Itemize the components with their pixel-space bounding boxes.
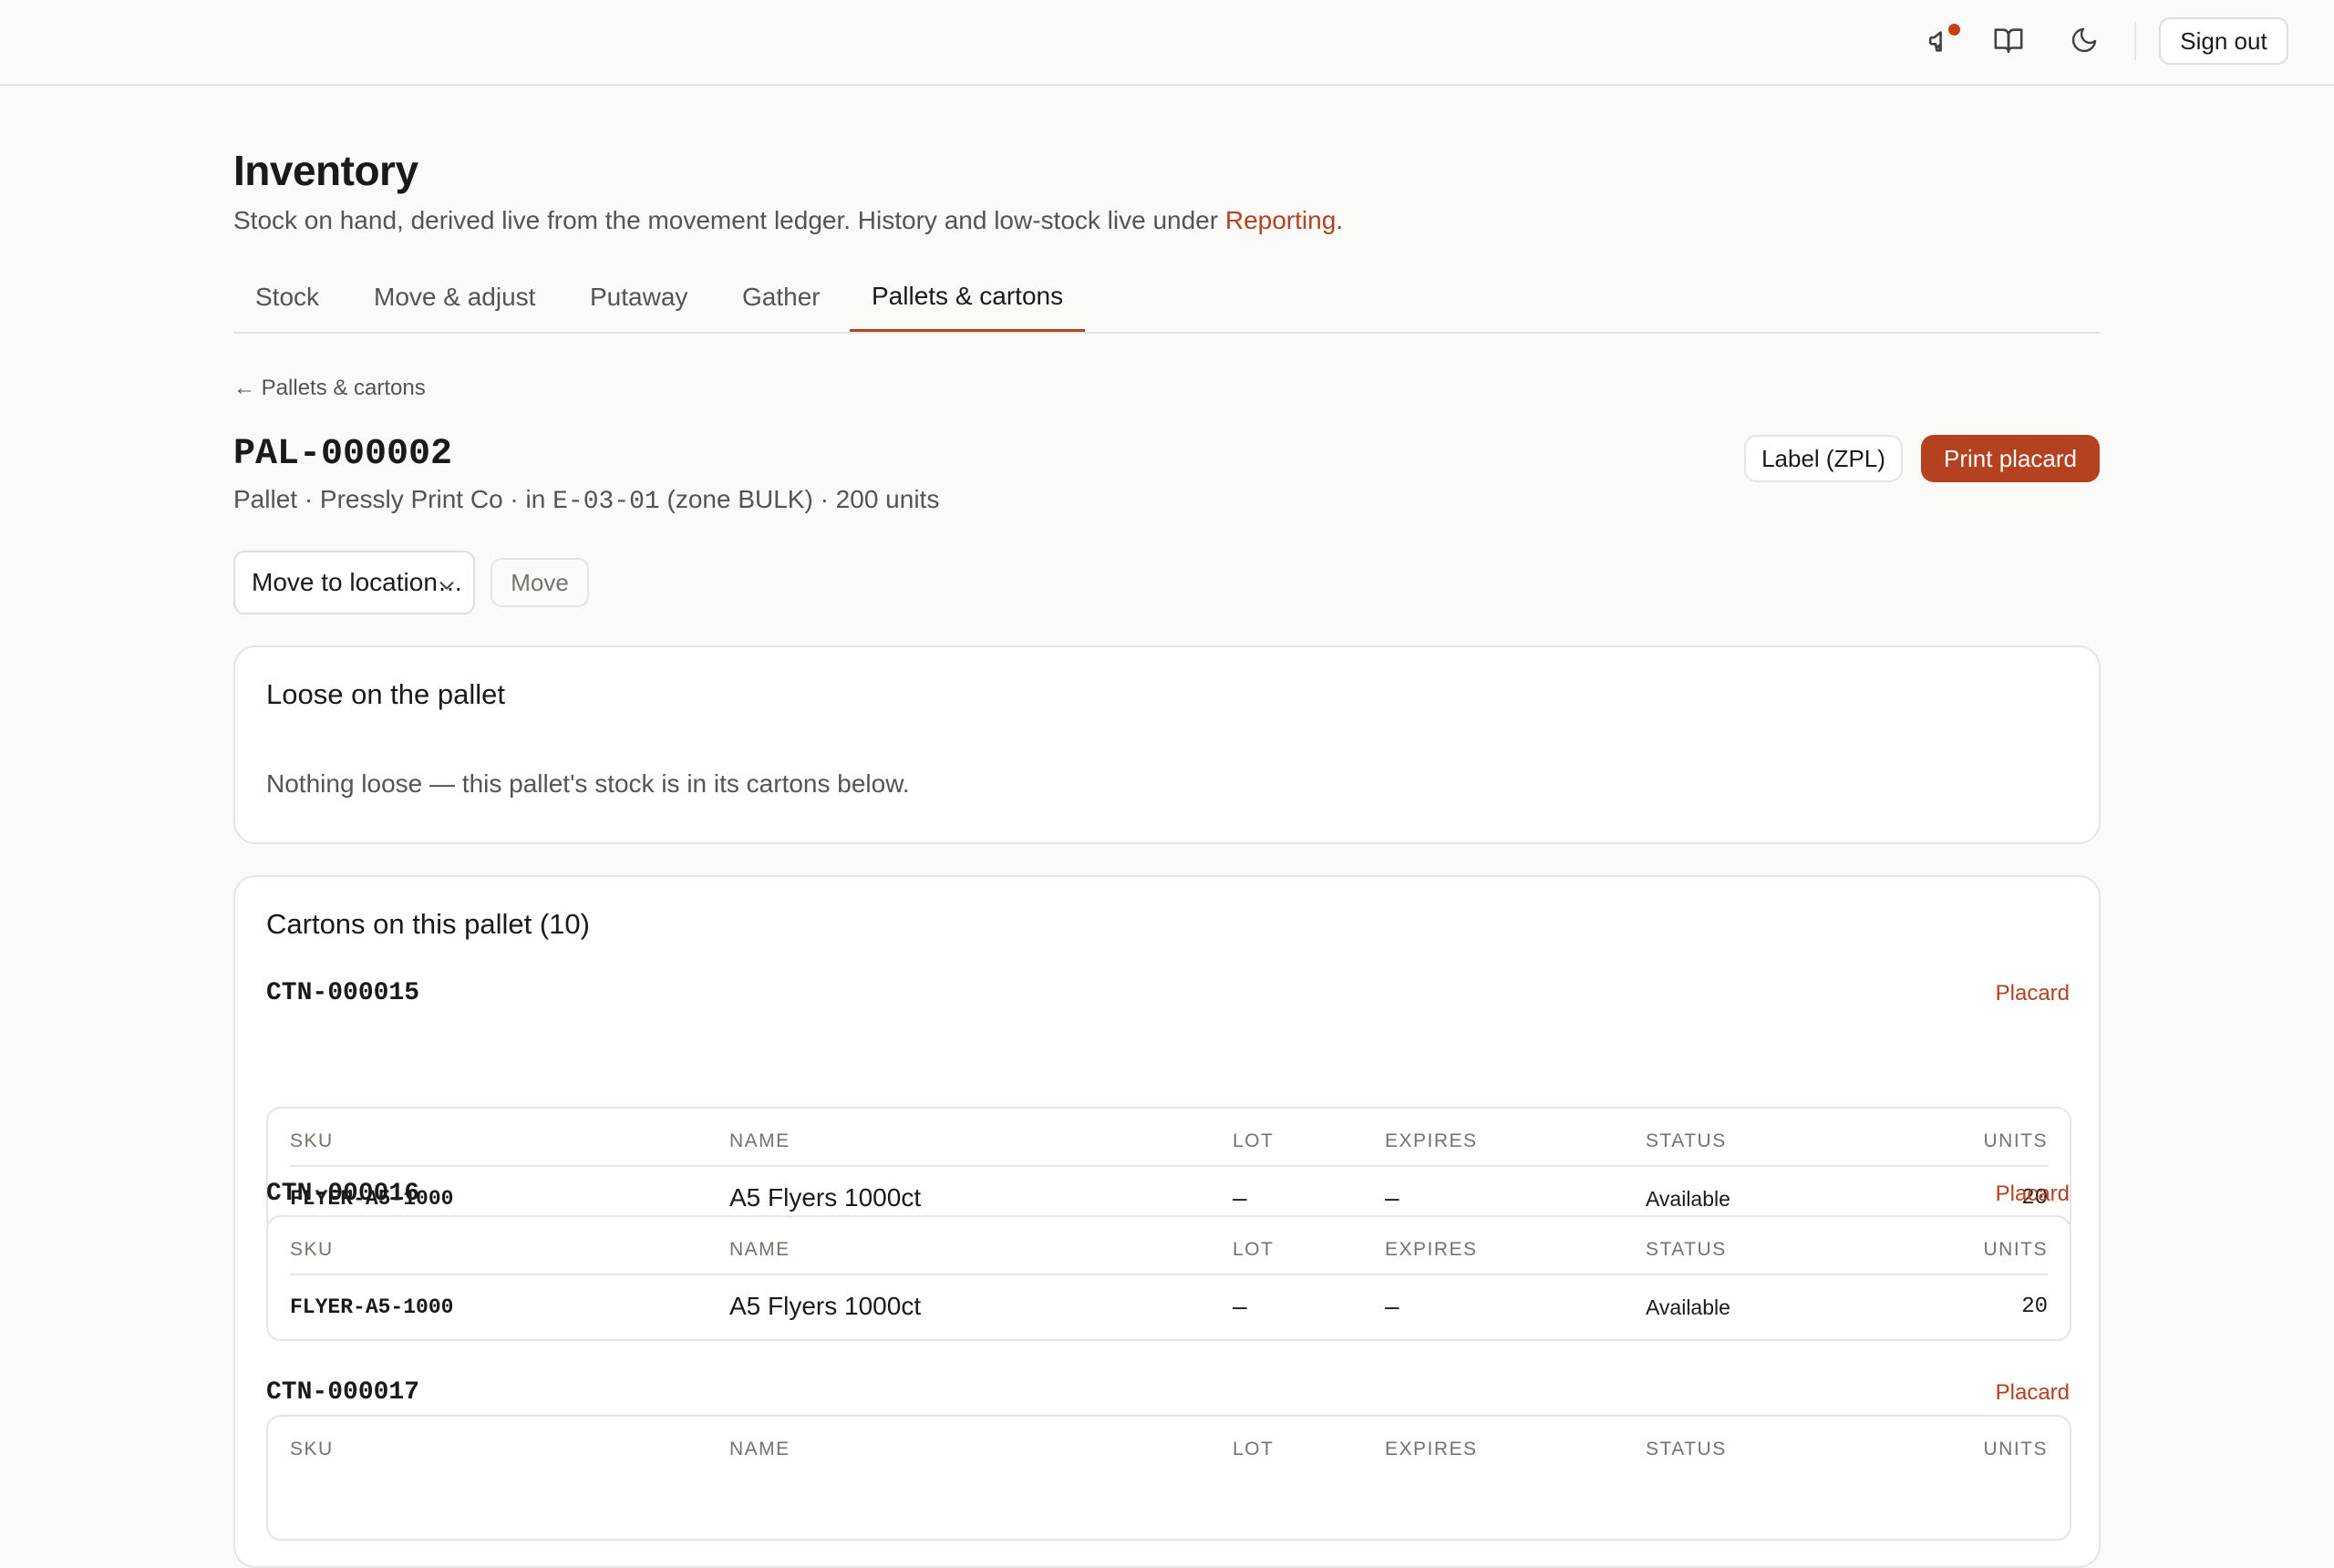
placard-link[interactable]: Placard	[1996, 981, 2070, 1006]
cell-expires: –	[1385, 1292, 1399, 1320]
notification-dot	[1948, 24, 1960, 36]
carton-id[interactable]: CTN-000015	[266, 979, 419, 1007]
page-subtitle: Stock on hand, derived live from the mov…	[233, 206, 1343, 235]
placard-link[interactable]: Placard	[1996, 1380, 2070, 1406]
column-header-sku: SKU	[290, 1239, 334, 1260]
reporting-link[interactable]: Reporting	[1225, 206, 1336, 234]
column-header-lot: LOT	[1233, 1439, 1275, 1460]
page-title: Inventory	[233, 147, 418, 194]
inventory-tabs: Stock Move & adjust Putaway Gather Palle…	[233, 263, 2101, 334]
tab-stock[interactable]: Stock	[233, 263, 341, 332]
cartons-card-title: Cartons on this pallet (10)	[266, 908, 590, 940]
column-header-status: STATUS	[1646, 1130, 1727, 1151]
header-divider	[290, 1165, 2048, 1167]
pallet-location: E-03-01	[553, 488, 660, 516]
announcements-button[interactable]	[1922, 22, 1962, 62]
subtitle-text: Stock on hand, derived live from the mov…	[233, 206, 1225, 234]
move-select-value: Move to location…	[252, 568, 463, 596]
loose-card-title: Loose on the pallet	[266, 678, 505, 710]
column-header-expires: EXPIRES	[1385, 1130, 1478, 1151]
pallet-id: PAL-000002	[233, 434, 453, 475]
column-header-lot: LOT	[1233, 1239, 1275, 1260]
label-zpl-button[interactable]: Label (ZPL)	[1744, 435, 1903, 482]
move-button[interactable]: Move	[491, 558, 589, 607]
pallet-meta-prefix: Pallet · Pressly Print Co · in	[233, 485, 553, 513]
book-icon	[1993, 25, 2024, 60]
column-header-units: UNITS	[1983, 1239, 2048, 1260]
carton-id[interactable]: CTN-000016	[266, 1180, 419, 1208]
header-divider	[290, 1274, 2048, 1275]
loose-card: Loose on the pallet Nothing loose — this…	[233, 645, 2101, 844]
tab-move-adjust[interactable]: Move & adjust	[352, 263, 557, 332]
column-header-status: STATUS	[1646, 1439, 1727, 1460]
carton-table: SKU NAME LOT EXPIRES STATUS UNITS FLYER-…	[266, 1215, 2071, 1341]
column-header-name: NAME	[729, 1439, 790, 1460]
pallet-meta: Pallet · Pressly Print Co · in E-03-01 (…	[233, 485, 939, 516]
loose-empty-text: Nothing loose — this pallet's stock is i…	[266, 769, 910, 798]
column-header-units: UNITS	[1983, 1130, 2048, 1151]
chevron-down-icon	[437, 573, 457, 602]
tab-gather[interactable]: Gather	[720, 263, 842, 332]
carton-id[interactable]: CTN-000017	[266, 1378, 419, 1407]
cell-units: 20	[2021, 1295, 2048, 1319]
theme-toggle-button[interactable]	[2064, 22, 2104, 62]
move-to-location-select[interactable]: Move to location…	[233, 551, 475, 614]
column-header-status: STATUS	[1646, 1239, 1727, 1260]
carton-table: SKU NAME LOT EXPIRES STATUS UNITS	[266, 1415, 2071, 1541]
moon-icon	[2070, 26, 2099, 59]
cell-name: A5 Flyers 1000ct	[729, 1183, 922, 1212]
column-header-name: NAME	[729, 1130, 790, 1151]
pallet-meta-suffix: (zone BULK) · 200 units	[659, 485, 940, 513]
cell-name: A5 Flyers 1000ct	[729, 1292, 922, 1320]
docs-button[interactable]	[1988, 22, 2029, 62]
cell-lot: –	[1233, 1292, 1247, 1320]
tab-putaway[interactable]: Putaway	[568, 263, 709, 332]
subtitle-suffix: .	[1336, 206, 1344, 234]
column-header-expires: EXPIRES	[1385, 1239, 1478, 1260]
cell-status: Available	[1646, 1187, 1730, 1211]
tab-pallets-cartons[interactable]: Pallets & cartons	[850, 263, 1086, 332]
cartons-card: Cartons on this pallet (10) CTN-000015 P…	[233, 875, 2101, 1568]
sign-out-button[interactable]: Sign out	[2159, 17, 2288, 65]
back-to-pallets-link[interactable]: ← Pallets & cartons	[233, 376, 426, 401]
column-header-sku: SKU	[290, 1130, 334, 1151]
column-header-expires: EXPIRES	[1385, 1439, 1478, 1460]
topbar-divider	[2134, 22, 2136, 60]
top-bar: Sign out	[0, 0, 2334, 86]
cell-status: Available	[1646, 1295, 1730, 1319]
cell-sku: FLYER-A5-1000	[290, 1295, 454, 1319]
cell-expires: –	[1385, 1183, 1399, 1212]
cell-lot: –	[1233, 1183, 1247, 1212]
column-header-name: NAME	[729, 1239, 790, 1260]
print-placard-button[interactable]: Print placard	[1921, 435, 2100, 482]
placard-link[interactable]: Placard	[1996, 1181, 2070, 1207]
column-header-units: UNITS	[1983, 1439, 2048, 1460]
column-header-lot: LOT	[1233, 1130, 1275, 1151]
column-header-sku: SKU	[290, 1439, 334, 1460]
